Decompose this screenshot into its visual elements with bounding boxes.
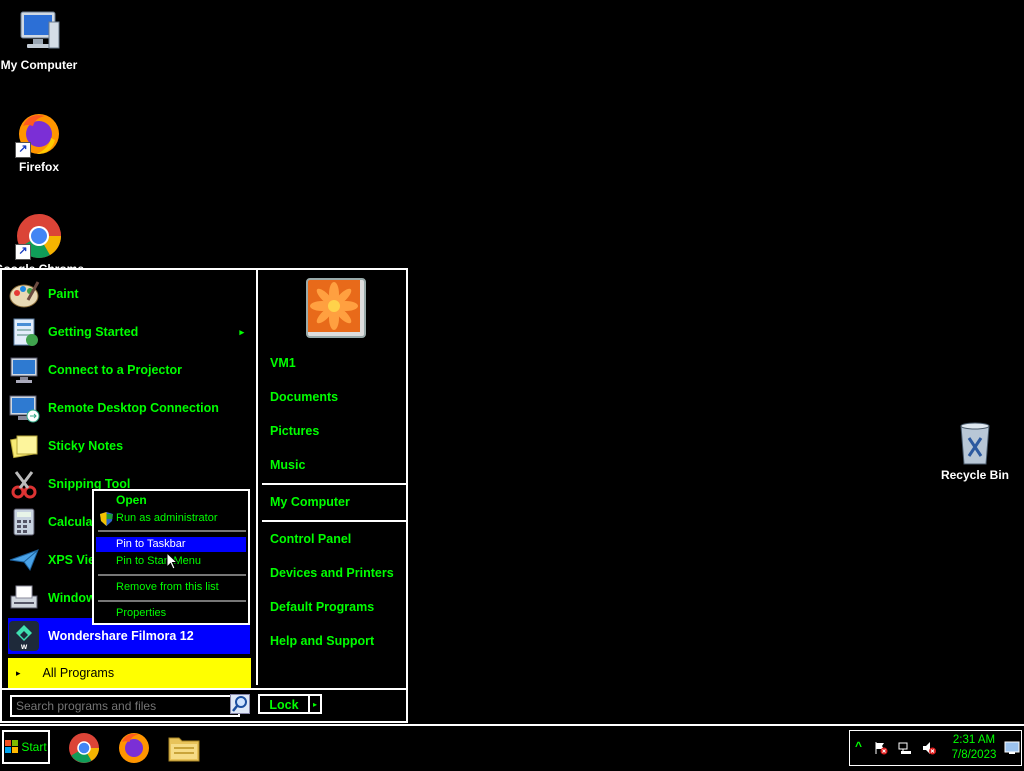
- shortcut-arrow-icon: ↗: [15, 244, 31, 260]
- start-program-label: Getting Started: [48, 325, 139, 339]
- all-programs-label: All Programs: [42, 666, 115, 680]
- projector-icon: [10, 357, 38, 383]
- start-link-control-panel[interactable]: Control Panel: [270, 532, 351, 546]
- calculator-icon: [13, 508, 35, 536]
- start-menu-links-pane: VM1 Documents Pictures Music My Computer…: [256, 270, 408, 685]
- search-input[interactable]: [10, 695, 240, 717]
- start-program-label: Sticky Notes: [48, 439, 124, 453]
- flower-avatar-icon: [308, 280, 360, 332]
- uac-shield-icon: [100, 512, 113, 526]
- firefox-icon: [119, 733, 149, 763]
- desktop-icon-label: Firefox: [18, 160, 59, 174]
- show-hidden-icons-button[interactable]: ^: [855, 739, 862, 753]
- getting-started-icon: [13, 318, 38, 346]
- context-item-label: Run as administrator: [116, 512, 218, 524]
- chrome-icon: ↗: [15, 212, 63, 260]
- desktop-icon-label: Recycle Bin: [940, 468, 1010, 482]
- system-tray: ^ 2:31 AM 7/8/2023: [849, 730, 1022, 766]
- firefox-icon: ↗: [15, 110, 63, 158]
- desktop-icon-label: My Computer: [0, 58, 78, 72]
- taskbar: Start ^ 2:31 AM 7/8/2023: [0, 724, 1024, 768]
- sticky-notes-icon: [10, 435, 38, 459]
- submenu-arrow-icon: ▸: [239, 326, 244, 337]
- start-program-getting-started[interactable]: Getting Started ▸: [8, 314, 250, 350]
- context-item-run-as-admin[interactable]: Run as administrator: [96, 511, 246, 526]
- desktop-icon-recycle-bin[interactable]: Recycle Bin: [930, 418, 1020, 482]
- desktop-icon-firefox[interactable]: ↗ Firefox: [0, 110, 84, 174]
- computer-icon: [15, 8, 63, 56]
- snipping-tool-icon: [11, 471, 37, 499]
- start-links-divider: [262, 483, 408, 485]
- recycle-bin-icon: [951, 418, 999, 466]
- context-divider: [98, 574, 246, 576]
- start-link-pictures[interactable]: Pictures: [270, 424, 319, 438]
- all-programs-arrow-icon: ▸: [16, 667, 21, 678]
- clock-date: 7/8/2023: [951, 749, 997, 761]
- filmora-icon: W: [9, 621, 39, 651]
- start-program-label: Connect to a Projector: [48, 363, 183, 377]
- context-divider: [98, 600, 246, 602]
- shortcut-arrow-icon: ↗: [15, 142, 31, 158]
- search-button[interactable]: [230, 694, 250, 714]
- start-link-documents[interactable]: Documents: [270, 390, 338, 404]
- start-link-music[interactable]: Music: [270, 458, 305, 472]
- start-button-label: Start: [21, 740, 47, 754]
- search-icon: [232, 696, 247, 712]
- volume-muted-icon[interactable]: [922, 741, 936, 755]
- network-icon[interactable]: [898, 741, 912, 755]
- start-program-remote-desktop[interactable]: Remote Desktop Connection: [8, 390, 250, 426]
- start-program-connect-projector[interactable]: Connect to a Projector: [8, 352, 250, 388]
- start-link-my-computer[interactable]: My Computer: [270, 495, 350, 509]
- show-desktop-icon[interactable]: [1004, 741, 1020, 755]
- svg-text:W: W: [21, 644, 28, 651]
- taskbar-firefox[interactable]: [116, 730, 152, 766]
- clock[interactable]: 2:31 AM 7/8/2023: [948, 733, 1000, 763]
- start-link-devices-printers[interactable]: Devices and Printers: [270, 566, 394, 580]
- context-divider: [98, 530, 246, 532]
- clock-time: 2:31 AM: [952, 734, 996, 746]
- start-link-vm1[interactable]: VM1: [270, 356, 296, 370]
- lock-options-arrow-icon[interactable]: ▸: [310, 694, 322, 714]
- remote-desktop-icon: [9, 395, 40, 423]
- desktop-icon-my-computer[interactable]: My Computer: [0, 8, 84, 72]
- xps-viewer-icon: [9, 549, 39, 572]
- lock-button[interactable]: Lock: [258, 694, 310, 714]
- windows-logo-icon: [5, 740, 19, 753]
- context-item-pin-taskbar[interactable]: Pin to Taskbar: [96, 537, 246, 552]
- context-menu: Open Run as administrator Pin to Taskbar…: [92, 489, 250, 625]
- context-item-open[interactable]: Open: [96, 493, 246, 508]
- start-links-divider: [262, 520, 408, 522]
- context-item-pin-start-menu[interactable]: Pin to Start Menu: [96, 554, 246, 569]
- start-program-label: Paint: [48, 287, 79, 301]
- chrome-icon: [69, 733, 99, 763]
- context-item-remove-from-list[interactable]: Remove from this list: [96, 580, 246, 595]
- start-program-paint[interactable]: Paint: [8, 276, 250, 312]
- action-center-flag-icon[interactable]: [874, 741, 888, 755]
- desktop-icon-chrome[interactable]: ↗ Google Chrome: [0, 212, 84, 276]
- start-menu-bottom-bar: Lock ▸: [2, 688, 406, 723]
- fax-scan-icon: [10, 585, 38, 609]
- all-programs-button[interactable]: ▸ All Programs: [8, 658, 251, 688]
- start-program-label: Remote Desktop Connection: [48, 401, 219, 415]
- start-link-help-support[interactable]: Help and Support: [270, 634, 374, 648]
- user-picture[interactable]: [306, 278, 366, 338]
- taskbar-chrome[interactable]: [66, 730, 102, 766]
- start-link-default-programs[interactable]: Default Programs: [270, 600, 374, 614]
- context-item-properties[interactable]: Properties: [96, 606, 246, 621]
- taskbar-file-explorer[interactable]: [166, 730, 202, 766]
- start-program-sticky-notes[interactable]: Sticky Notes: [8, 428, 250, 464]
- start-button[interactable]: Start: [2, 730, 50, 764]
- start-program-label: Wondershare Filmora 12: [48, 629, 194, 643]
- file-explorer-icon: [168, 737, 200, 762]
- paint-icon: [9, 281, 40, 308]
